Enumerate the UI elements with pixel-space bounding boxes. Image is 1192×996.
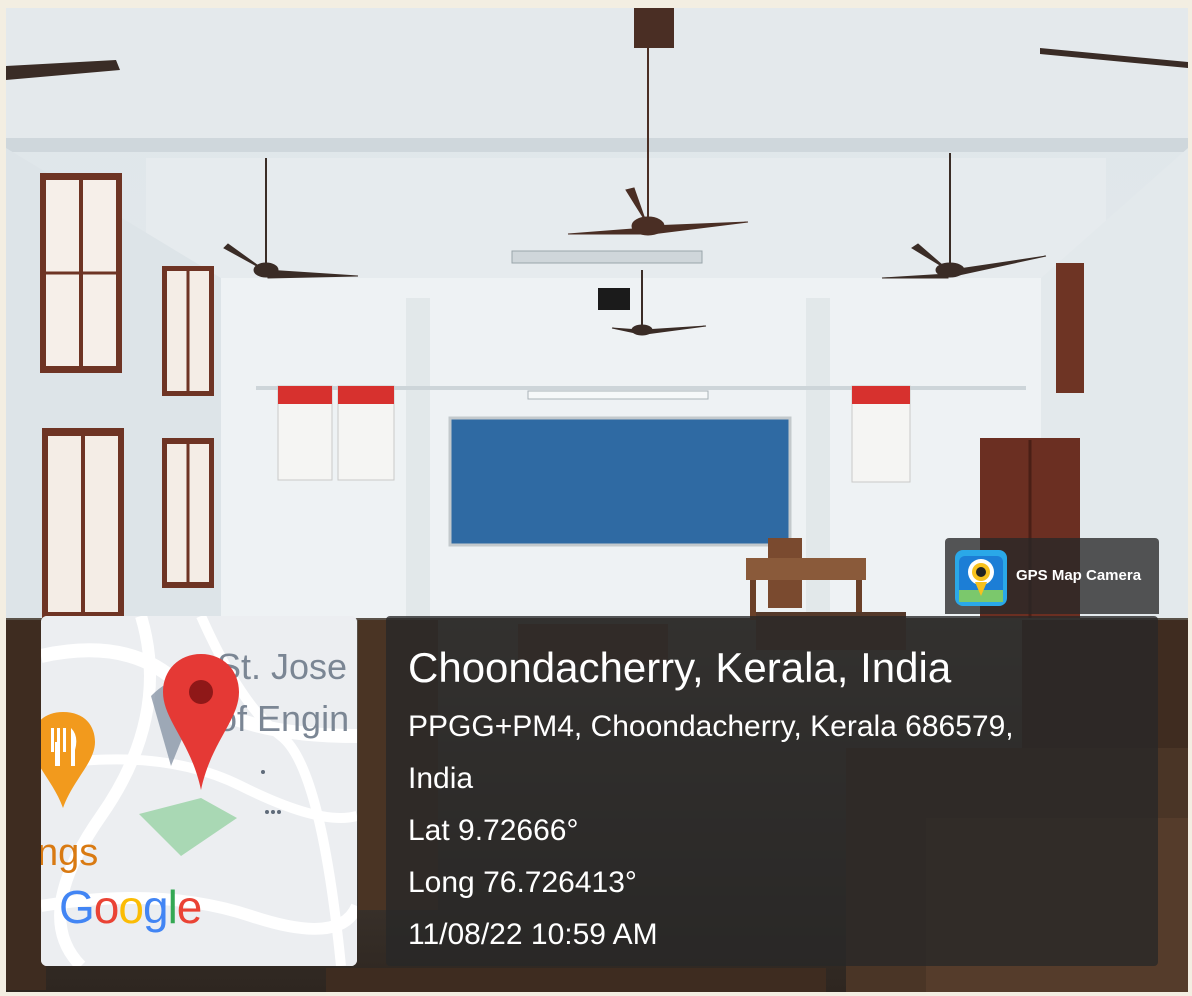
restaurant-icon: [41, 712, 95, 808]
map-poi-label: ngs: [41, 832, 99, 874]
window-left-upper: [40, 173, 122, 373]
app-badge: GPS Map Camera: [945, 538, 1159, 614]
location-pin-icon: [163, 654, 239, 790]
latitude-text: Lat 9.72666°: [408, 814, 579, 847]
window-left-upper-2: [162, 266, 214, 396]
window-left-lower: [42, 428, 124, 618]
gps-map-camera-icon: [955, 550, 1007, 606]
longitude-text: Long 76.726413°: [408, 866, 637, 899]
map-thumbnail[interactable]: St. Jose of Engin ngs Google: [41, 616, 357, 966]
timestamp-text: 11/08/22 10:59 AM: [408, 918, 658, 951]
window-left-lower-2: [162, 438, 214, 588]
address-line: PPGG+PM4, Choondacherry, Kerala 686579,: [408, 710, 1014, 743]
place-title: Choondacherry, Kerala, India: [408, 644, 952, 691]
location-info-panel: Choondacherry, Kerala, India PPGG+PM4, C…: [386, 616, 1158, 966]
app-name: GPS Map Camera: [1016, 567, 1142, 584]
projector: [598, 288, 630, 310]
address-line: India: [408, 762, 474, 795]
google-logo: Google: [59, 881, 202, 933]
photo-frame: St. Jose of Engin ngs Google GPS Map Cam…: [6, 8, 1188, 992]
blackboard: [448, 416, 792, 547]
